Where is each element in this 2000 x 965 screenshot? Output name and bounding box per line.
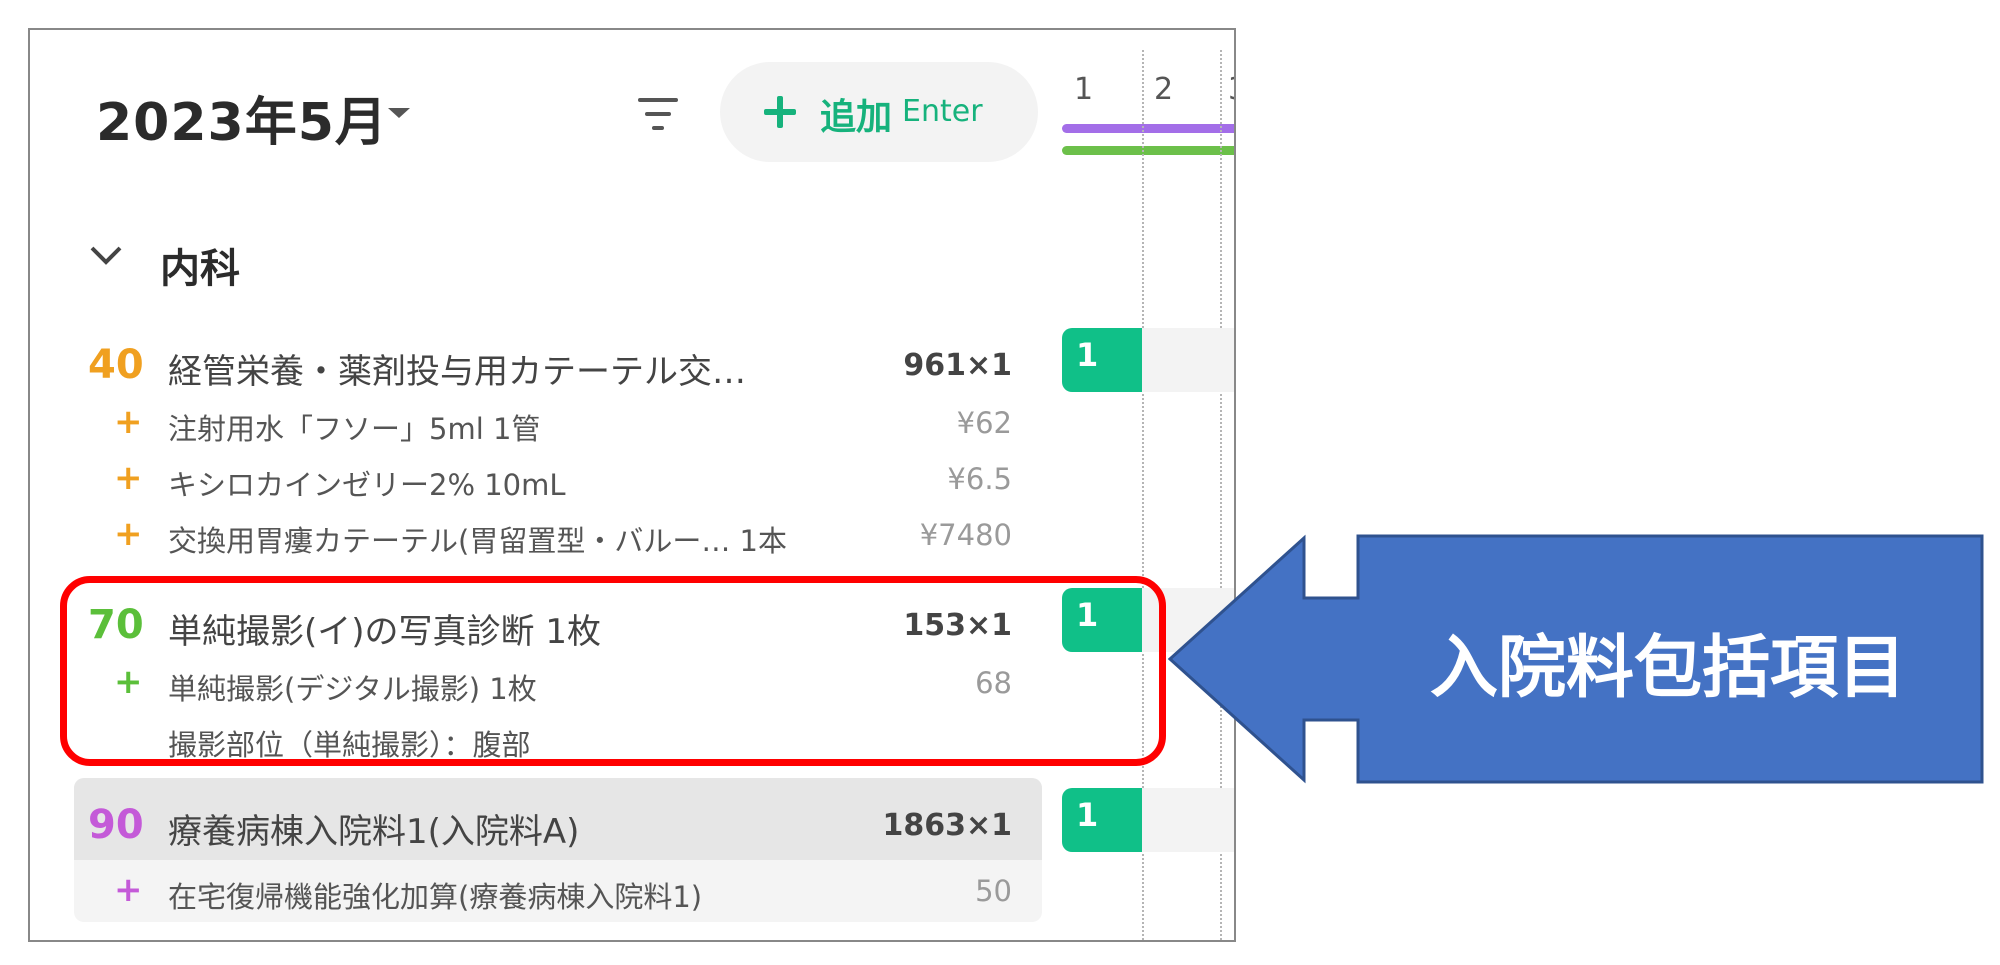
add-shortcut-key: Enter xyxy=(902,94,983,129)
sub-item-name: 注射用水「フソー」5ml 1管 xyxy=(168,412,541,446)
sub-item-value: ¥7480 xyxy=(919,518,1012,552)
sub-item-name: 交換用胃瘻カテーテル(胃留置型・バルー… 1本 xyxy=(168,524,787,558)
count-badge[interactable]: 1 xyxy=(1062,788,1142,852)
sub-item-value: ¥6.5 xyxy=(947,462,1012,496)
day-number: 3 xyxy=(1228,72,1234,107)
item-points: 1863×1 xyxy=(882,808,1012,843)
sub-item-value: 50 xyxy=(975,874,1012,908)
chevron-down-icon[interactable] xyxy=(88,244,124,268)
plus-icon xyxy=(764,96,796,128)
order-panel: 2023年5月 追加 Enter 1 2 3 内科 40 経管栄養・薬剤投与用カ… xyxy=(28,28,1236,942)
item-name[interactable]: 経管栄養・薬剤投与用カテーテル交… xyxy=(168,344,746,393)
sub-item-name: キシロカインゼリー2% 10mL xyxy=(168,468,566,502)
sub-item-value: ¥62 xyxy=(956,406,1012,440)
highlight-box xyxy=(60,576,1166,766)
plus-icon: + xyxy=(114,458,143,498)
day-number: 1 xyxy=(1074,72,1094,107)
row-track xyxy=(1142,328,1234,392)
period-bar-purple xyxy=(1062,124,1234,133)
item-code: 40 xyxy=(88,342,144,388)
caret-down-icon[interactable] xyxy=(388,108,410,118)
item-code: 90 xyxy=(88,802,144,848)
month-title[interactable]: 2023年5月 xyxy=(96,80,388,155)
plus-icon: + xyxy=(114,870,143,910)
count-badge[interactable]: 1 xyxy=(1062,328,1142,392)
sub-item-name: 在宅復帰機能強化加算(療養病棟入院料1) xyxy=(168,880,703,914)
period-bar-green xyxy=(1062,146,1234,155)
plus-icon: + xyxy=(114,514,143,554)
callout-label: 入院料包括項目 xyxy=(1429,629,1906,708)
filter-icon[interactable] xyxy=(634,94,682,134)
plus-icon: + xyxy=(114,402,143,442)
day-number: 2 xyxy=(1154,72,1174,107)
row-track xyxy=(1142,788,1234,852)
section-title: 内科 xyxy=(160,246,240,292)
item-points: 961×1 xyxy=(903,348,1012,383)
item-name[interactable]: 療養病棟入院料1(入院料A) xyxy=(168,804,579,853)
add-button-label: 追加 xyxy=(820,97,893,138)
add-button[interactable]: 追加 Enter xyxy=(720,62,1038,162)
